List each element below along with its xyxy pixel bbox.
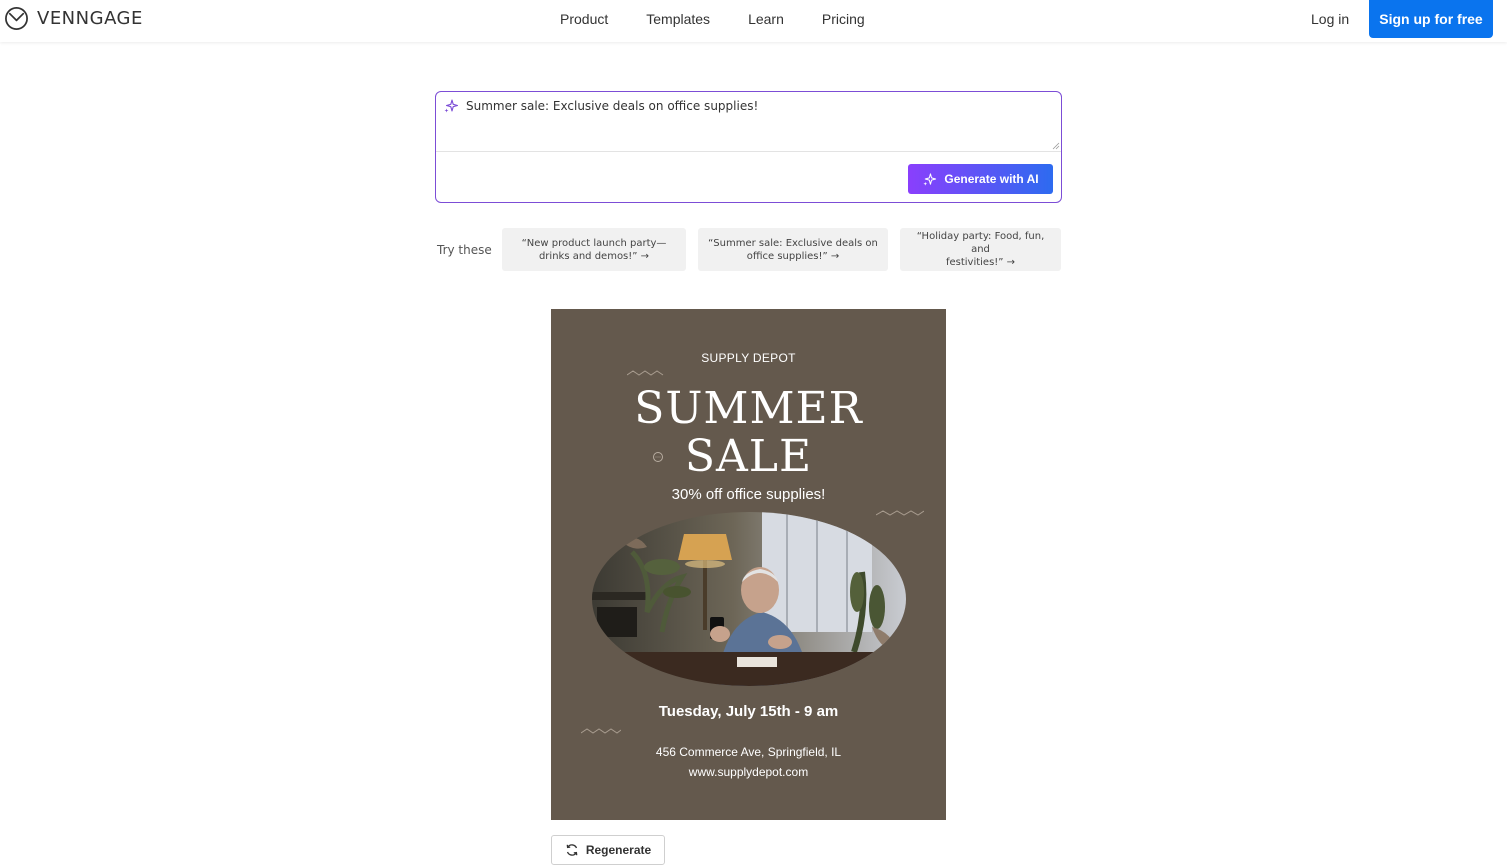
suggestion-chip-line: festivities!” → — [945, 257, 1016, 268]
venngage-logo-icon — [5, 6, 28, 30]
brand-name: VENNGAGE — [37, 7, 143, 29]
regenerate-label: Regenerate — [585, 843, 652, 857]
suggestion-chip-line: “Summer sale: Exclusive deals on — [708, 237, 878, 249]
nav-learn[interactable]: Learn — [748, 11, 784, 27]
zigzag-decoration-icon — [581, 728, 621, 734]
prompt-textarea[interactable]: Summer sale: Exclusive deals on office s… — [436, 92, 1061, 152]
sparkle-icon — [444, 99, 459, 113]
poster-address: 456 Commerce Ave, Springfield, IL — [655, 745, 842, 759]
generated-poster-preview: SUPPLY DEPOT SUMMER SALE 30% off office … — [551, 309, 946, 820]
zigzag-decoration-icon — [627, 370, 664, 376]
top-navigation-bar: VENNGAGE Product Templates Learn Pricing… — [0, 0, 1507, 42]
login-link[interactable]: Log in — [1311, 11, 1349, 27]
suggestion-chip[interactable]: “New product launch party— drinks and de… — [502, 228, 686, 271]
suggestion-chip[interactable]: “Holiday party: Food, fun, and festiviti… — [900, 228, 1061, 271]
venngage-logo[interactable]: VENNGAGE — [4, 5, 143, 31]
poster-brand: SUPPLY DEPOT — [701, 351, 796, 365]
suggestion-chip-line: office supplies!” → — [746, 250, 840, 262]
suggestion-chip-line: “New product launch party— — [521, 237, 667, 249]
refresh-icon — [566, 844, 578, 856]
suggestion-chip[interactable]: “Summer sale: Exclusive deals on office … — [698, 228, 888, 271]
suggestion-chip-line: drinks and demos!” → — [538, 250, 650, 262]
sparkle-icon — [923, 172, 937, 186]
nav-pricing[interactable]: Pricing — [822, 11, 865, 27]
poster-photo-man-at-desk — [592, 512, 906, 686]
poster-title-line-2: SALE — [684, 431, 813, 482]
suggestion-chip-line: “Holiday party: Food, fun, and — [916, 231, 1045, 255]
generate-button-label: Generate with AI — [944, 172, 1039, 186]
poster-website: www.supplydepot.com — [688, 765, 809, 779]
poster-subtitle: 30% off office supplies! — [671, 486, 826, 503]
resize-handle-icon[interactable] — [1052, 142, 1060, 150]
regenerate-button[interactable]: Regenerate — [551, 835, 665, 865]
poster-date: Tuesday, July 15th - 9 am — [658, 703, 839, 720]
prompt-value: Summer sale: Exclusive deals on office s… — [466, 99, 759, 113]
nav-product[interactable]: Product — [560, 11, 608, 27]
poster-title-line-1: SUMMER — [634, 383, 863, 434]
ai-prompt-box: Summer sale: Exclusive deals on office s… — [435, 91, 1062, 203]
signup-button[interactable]: Sign up for free — [1369, 0, 1493, 38]
generate-with-ai-button[interactable]: Generate with AI — [908, 164, 1053, 194]
try-these-label: Try these — [437, 243, 492, 257]
main-nav: Product Templates Learn Pricing — [560, 11, 865, 27]
nav-templates[interactable]: Templates — [646, 11, 710, 27]
